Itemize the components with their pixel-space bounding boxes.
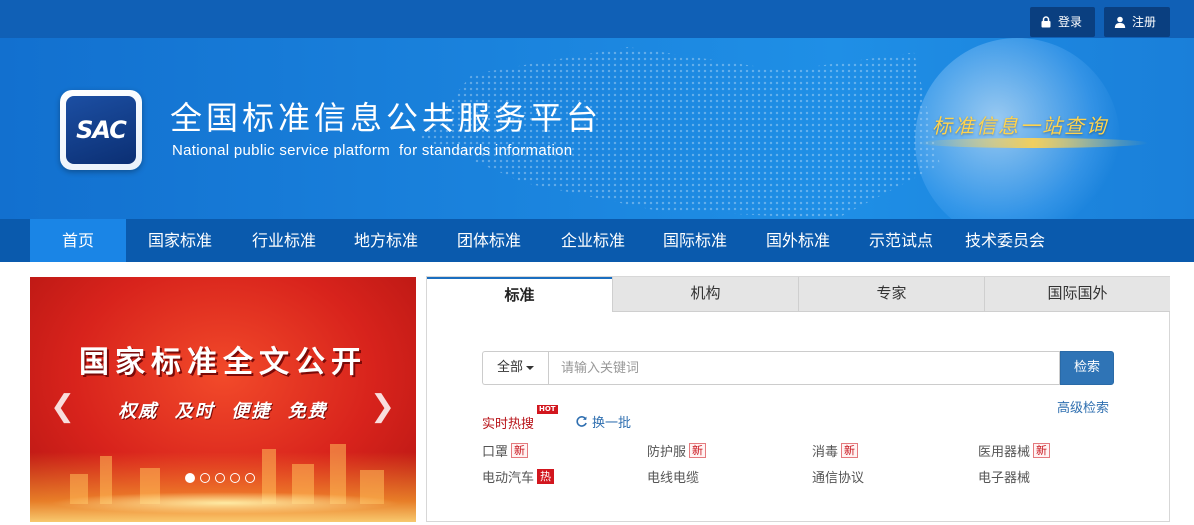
search-panel: 标准 机构 专家 国际国外 全部 检索 高级检索 实时热搜 HOT 换一批 口罩… [426,276,1170,522]
carousel-subtitle: 权威 及时 便捷 免费 [118,401,328,422]
lock-icon [1041,16,1051,28]
nav-item-technical-committee[interactable]: 技术委员会 [955,219,1055,262]
new-tag: 新 [841,443,859,458]
refresh-icon [576,416,587,427]
tab-international-foreign[interactable]: 国际国外 [984,277,1170,312]
nav-item-local-standards[interactable]: 地方标准 [338,219,434,262]
tab-experts[interactable]: 专家 [798,277,984,312]
carousel-prev-icon[interactable]: ❮ [50,389,75,424]
nav-item-national-standards[interactable]: 国家标准 [132,219,228,262]
search-scope-label: 全部 [496,360,523,375]
login-label: 登录 [1058,15,1083,29]
site-title: 全国标准信息公共服务平台 [170,99,603,137]
carousel-indicators [185,473,255,483]
carousel-dot[interactable] [215,473,225,483]
main-nav: 首页 国家标准 行业标准 地方标准 团体标准 企业标准 国际标准 国外标准 示范… [0,219,1194,262]
search-bar: 全部 检索 [482,351,1114,385]
keyword-text: 医用器械 [978,445,1031,460]
search-scope-dropdown[interactable]: 全部 [482,351,548,385]
carousel-dot[interactable] [245,473,255,483]
hot-keyword-link[interactable]: 通信协议 [812,467,864,486]
refresh-keywords-button[interactable]: 换一批 [575,412,631,431]
hot-badge: HOT [537,405,558,414]
hot-tag: 热 [537,469,555,484]
site-subtitle: National public service platform for sta… [172,142,573,159]
nav-item-group-standards[interactable]: 团体标准 [441,219,537,262]
keyword-text: 消毒 [812,445,839,460]
slogan-swoosh-decoration [918,138,1148,148]
register-label: 注册 [1132,15,1157,29]
hot-search-label: 实时热搜 [482,417,535,432]
carousel-title: 国家标准全文公开 [79,345,367,380]
hot-keyword-link[interactable]: 电子器械 [978,467,1030,486]
new-tag: 新 [511,443,529,458]
header-banner: SAC 全国标准信息公共服务平台 National public service… [0,38,1194,219]
tab-organizations[interactable]: 机构 [612,277,798,312]
nav-item-industry-standards[interactable]: 行业标准 [236,219,332,262]
top-bar: 登录 注册 [0,0,1194,38]
new-tag: 新 [689,443,707,458]
carousel-dot[interactable] [185,473,195,483]
refresh-label: 换一批 [592,416,632,431]
keyword-text: 口罩 [482,445,509,460]
hot-keyword-link[interactable]: 电动汽车热 [482,467,555,486]
banner-carousel[interactable]: 国家标准全文公开 权威 及时 便捷 免费 ❮ ❯ [30,277,416,522]
nav-item-foreign-standards[interactable]: 国外标准 [750,219,846,262]
hot-keyword-link[interactable]: 口罩新 [482,441,529,460]
nav-item-home[interactable]: 首页 [30,219,126,262]
nav-item-pilot-demo[interactable]: 示范试点 [853,219,949,262]
carousel-next-icon[interactable]: ❯ [370,389,395,424]
keyword-text: 防护服 [647,445,687,460]
hot-keyword-link[interactable]: 防护服新 [647,441,707,460]
keyword-text: 电动汽车 [482,471,535,486]
user-icon [1114,16,1126,28]
light-glow-decoration [50,492,400,514]
nav-item-international-standards[interactable]: 国际标准 [647,219,743,262]
hot-keyword-link[interactable]: 电线电缆 [647,467,699,486]
tab-standards[interactable]: 标准 [427,277,612,312]
keyword-text: 电子器械 [978,471,1031,486]
hot-keyword-link[interactable]: 医用器械新 [978,441,1051,460]
caret-down-icon [526,365,534,370]
slogan: 标准信息一站查询 [932,114,1108,138]
nav-item-enterprise-standards[interactable]: 企业标准 [545,219,641,262]
advanced-search-link[interactable]: 高级检索 [1057,397,1109,416]
search-button[interactable]: 检索 [1060,351,1114,385]
logo-text: SAC [76,116,127,144]
sac-logo[interactable]: SAC [60,90,142,170]
keyword-text: 通信协议 [812,471,865,486]
keyword-text: 电线电缆 [647,471,700,486]
search-input[interactable] [548,351,1060,385]
register-button[interactable]: 注册 [1104,7,1170,37]
new-tag: 新 [1033,443,1051,458]
carousel-dot[interactable] [230,473,240,483]
carousel-dot[interactable] [200,473,210,483]
hot-keyword-link[interactable]: 消毒新 [812,441,859,460]
login-button[interactable]: 登录 [1030,7,1095,37]
